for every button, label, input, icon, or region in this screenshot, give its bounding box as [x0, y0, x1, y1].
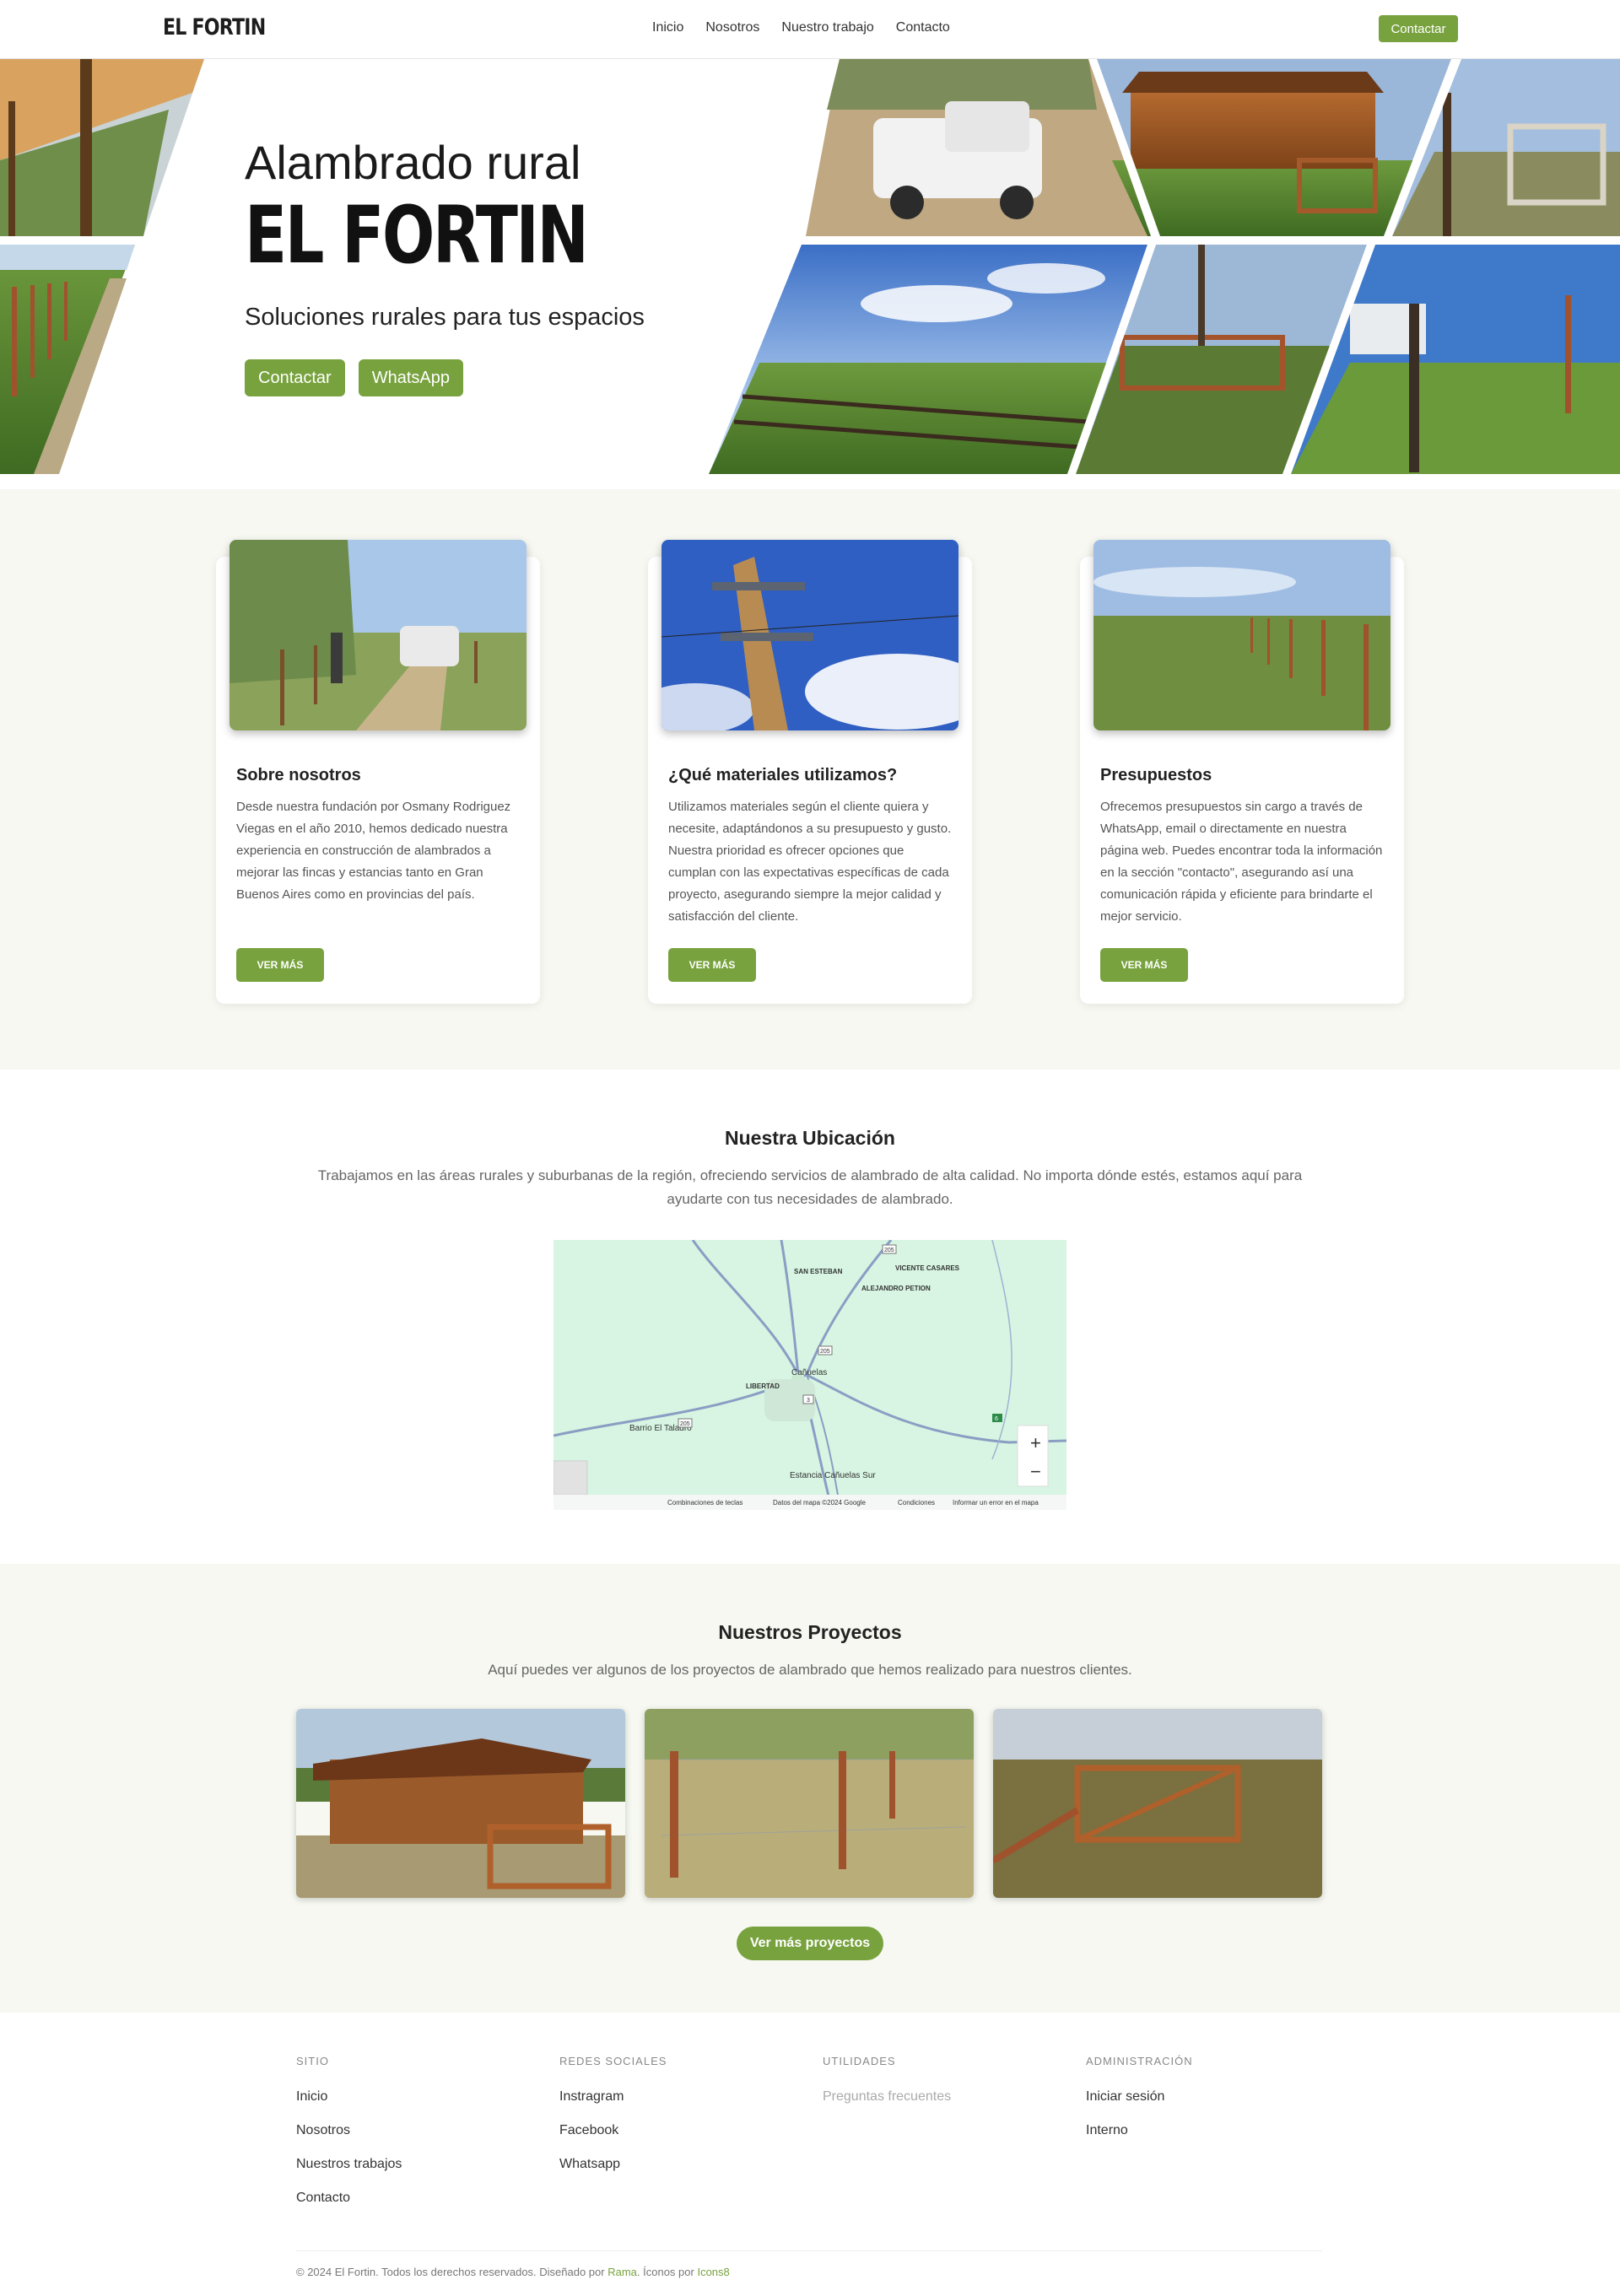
nav-contact-button[interactable]: Contactar — [1379, 15, 1458, 42]
feature-title: Sobre nosotros — [236, 766, 361, 784]
map-label: ALEJANDRO PETION — [861, 1285, 931, 1292]
footer-link-login[interactable]: Iniciar sesión — [1086, 2089, 1193, 2105]
feature-title: ¿Qué materiales utilizamos? — [668, 766, 898, 784]
nav-link-nuestro-trabajo[interactable]: Nuestro trabajo — [781, 20, 873, 35]
map-label: SAN ESTEBAN — [794, 1268, 843, 1275]
hero-contact-button[interactable]: Contactar — [245, 359, 345, 396]
footer-column-redes: REDES SOCIALES Instragram Facebook Whats… — [559, 2055, 667, 2191]
feature-text: Utilizamos materiales según el cliente q… — [668, 800, 952, 924]
route-shield: 205 — [820, 1349, 830, 1355]
hero-title: Alambrado rural — [245, 136, 581, 189]
hero-brand: EL FORTIN — [245, 190, 589, 282]
nav-link-contacto[interactable]: Contacto — [896, 20, 950, 35]
footer-column-sitio: SITIO Inicio Nosotros Nuestros trabajos … — [296, 2055, 402, 2224]
hero-photo-collage — [0, 59, 1620, 474]
footer-link-facebook[interactable]: Facebook — [559, 2123, 667, 2138]
feature-text: Desde nuestra fundación por Osmany Rodri… — [236, 800, 511, 902]
hero-section: Alambrado rural EL FORTIN Soluciones rur… — [0, 59, 1620, 474]
route-shield: 3 — [807, 1398, 810, 1404]
feature-text: Ofrecemos presupuestos sin cargo a travé… — [1100, 800, 1383, 924]
icons-credit-text: . Íconos por — [636, 2266, 694, 2278]
footer-column-admin: ADMINISTRACIÓN Iniciar sesión Interno — [1086, 2055, 1193, 2157]
footer-link-contacto[interactable]: Contacto — [296, 2191, 402, 2206]
nav-links: Inicio Nosotros Nuestro trabajo Contacto — [652, 20, 972, 35]
map-zoom-in[interactable]: + — [1030, 1432, 1041, 1453]
projects-title: Nuestros Proyectos — [718, 1621, 902, 1643]
footer-column-utilidades: UTILIDADES Preguntas frecuentes — [823, 2055, 951, 2123]
map-label: Cañuelas — [791, 1368, 827, 1377]
map-footer-link[interactable]: Condiciones — [898, 1499, 935, 1506]
card-image-budget — [1094, 540, 1390, 730]
map-zoom-out[interactable]: − — [1030, 1461, 1041, 1482]
footer-heading: UTILIDADES — [823, 2055, 896, 2067]
footer-heading: ADMINISTRACIÓN — [1086, 2055, 1193, 2067]
project-image-gate[interactable] — [993, 1709, 1322, 1898]
site-footer: SITIO Inicio Nosotros Nuestros trabajos … — [0, 2013, 1620, 2296]
footer-link-faq[interactable]: Preguntas frecuentes — [823, 2089, 951, 2105]
icons8-link[interactable]: Icons8 — [697, 2266, 729, 2278]
map-label: LIBERTAD — [746, 1382, 780, 1390]
feature-card-budget: Presupuestos Ofrecemos presupuestos sin … — [1080, 540, 1404, 1004]
feature-more-button[interactable]: VER MÁS — [1100, 948, 1188, 982]
designer-link[interactable]: Rama — [608, 2266, 637, 2278]
footer-link-trabajos[interactable]: Nuestros trabajos — [296, 2157, 402, 2172]
nav-link-nosotros[interactable]: Nosotros — [705, 20, 759, 35]
route-shield: 205 — [680, 1421, 690, 1427]
card-image-materials — [662, 540, 958, 730]
feature-more-button[interactable]: VER MÁS — [236, 948, 324, 982]
map-label: Estancia Cañuelas Sur — [790, 1471, 876, 1480]
location-section: Nuestra Ubicación Trabajamos en las área… — [0, 1070, 1620, 1564]
projects-section: Nuestros Proyectos Aquí puedes ver algun… — [0, 1564, 1620, 2013]
copyright: © 2024 El Fortin. Todos los derechos res… — [296, 2266, 730, 2278]
map-footer-link[interactable]: Combinaciones de teclas — [667, 1499, 742, 1506]
more-projects-button[interactable]: Ver más proyectos — [737, 1927, 883, 1960]
project-image-cabin[interactable] — [296, 1709, 625, 1898]
copyright-text: © 2024 El Fortin. Todos los derechos res… — [296, 2266, 605, 2278]
footer-link-interno[interactable]: Interno — [1086, 2123, 1193, 2138]
route-shield: 6 — [995, 1416, 998, 1422]
footer-heading: REDES SOCIALES — [559, 2055, 667, 2067]
nav-link-inicio[interactable]: Inicio — [652, 20, 683, 35]
footer-divider — [296, 2250, 1322, 2251]
features-section: Sobre nosotros Desde nuestra fundación p… — [0, 489, 1620, 1070]
map-label: VICENTE CASARES — [895, 1264, 960, 1272]
feature-more-button[interactable]: VER MÁS — [668, 948, 756, 982]
hero-subtitle: Soluciones rurales para tus espacios — [245, 304, 645, 331]
top-navbar: EL FORTIN Inicio Nosotros Nuestro trabaj… — [0, 0, 1620, 59]
feature-title: Presupuestos — [1100, 766, 1212, 784]
footer-link-inicio[interactable]: Inicio — [296, 2089, 402, 2105]
route-shield: 205 — [884, 1248, 894, 1253]
footer-link-whatsapp[interactable]: Whatsapp — [559, 2157, 667, 2172]
hero-whatsapp-button[interactable]: WhatsApp — [358, 359, 463, 396]
footer-link-instagram[interactable]: Instragram — [559, 2089, 667, 2105]
map-footer-link[interactable]: Informar un error en el mapa — [953, 1499, 1039, 1506]
feature-card-about: Sobre nosotros Desde nuestra fundación p… — [216, 540, 540, 1004]
hero-buttons: Contactar WhatsApp — [245, 359, 463, 396]
project-image-fence[interactable] — [645, 1709, 974, 1898]
location-text: Trabajamos en las áreas rurales y suburb… — [317, 1167, 1303, 1207]
location-map[interactable]: SAN ESTEBAN VICENTE CASARES ALEJANDRO PE… — [554, 1240, 1066, 1510]
location-title: Nuestra Ubicación — [725, 1127, 895, 1149]
projects-text: Aquí puedes ver algunos de los proyectos… — [488, 1662, 1132, 1678]
card-image-about — [230, 540, 526, 730]
map-footer-text: Datos del mapa ©2024 Google — [773, 1499, 867, 1506]
site-logo[interactable]: EL FORTIN — [163, 14, 266, 40]
feature-card-materials: ¿Qué materiales utilizamos? Utilizamos m… — [648, 540, 972, 1004]
footer-link-nosotros[interactable]: Nosotros — [296, 2123, 402, 2138]
footer-heading: SITIO — [296, 2055, 329, 2067]
